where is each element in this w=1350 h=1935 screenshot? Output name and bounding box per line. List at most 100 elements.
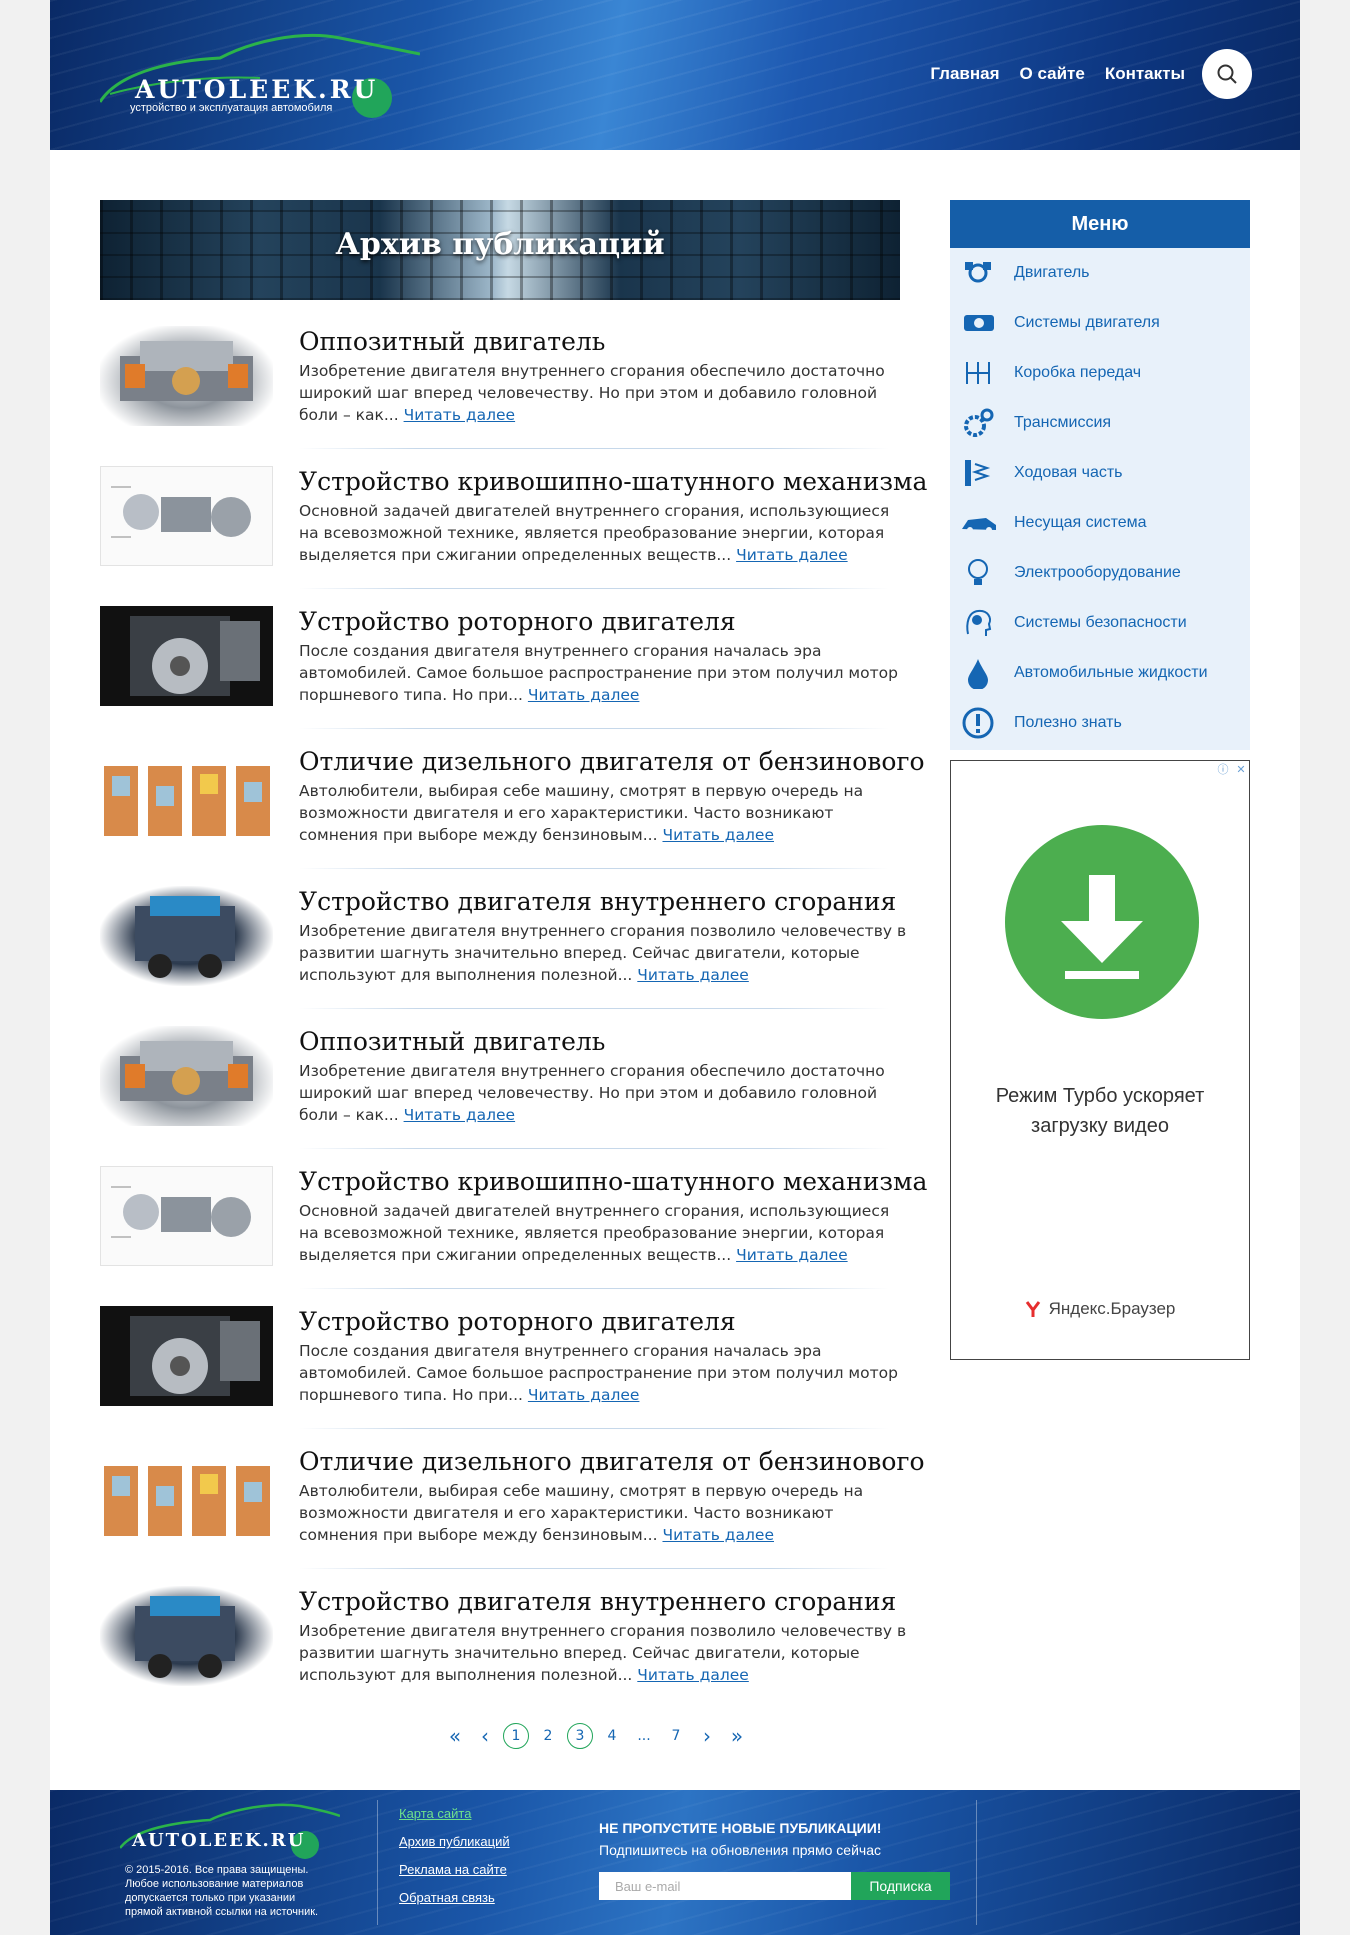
article-excerpt: Основной задачей двигателей внутреннего …: [299, 502, 890, 564]
menu-item-safety[interactable]: Системы безопасности: [950, 598, 1250, 648]
read-more-link[interactable]: Читать далее: [637, 966, 749, 984]
footer-divider: [976, 1800, 977, 1925]
article-excerpt: Автолюбители, выбирая себе машину, смотр…: [299, 1482, 864, 1544]
article-title[interactable]: Устройство двигателя внутреннего сгорани…: [299, 1587, 896, 1616]
read-more-link[interactable]: Читать далее: [528, 686, 640, 704]
divider: [299, 448, 889, 449]
article-title[interactable]: Отличие дизельного двигателя от бензинов…: [299, 1447, 925, 1476]
article-thumbnail[interactable]: [100, 1026, 273, 1126]
download-icon: [1005, 825, 1199, 1019]
footer-link-sitemap[interactable]: Карта сайта: [399, 1806, 510, 1821]
article-thumbnail[interactable]: [100, 1166, 273, 1266]
menu-item-electrical[interactable]: Электрооборудование: [950, 548, 1250, 598]
page-link-2[interactable]: 2: [532, 1723, 564, 1749]
next-page-button[interactable]: ›: [692, 1724, 722, 1748]
footer-links: Карта сайта Архив публикаций Реклама на …: [399, 1806, 510, 1918]
article-title[interactable]: Устройство кривошипно-шатунного механизм…: [299, 467, 927, 496]
info-icon[interactable]: ⓘ: [1215, 761, 1231, 777]
page-current[interactable]: 3: [567, 1723, 593, 1749]
article-excerpt: Изобретение двигателя внутреннего сгоран…: [299, 1622, 907, 1684]
article-thumbnail[interactable]: [100, 1306, 273, 1406]
article-item: Устройство двигателя внутреннего сгорани…: [100, 1580, 910, 1720]
main-nav: Главная О сайте Контакты: [930, 64, 1185, 84]
car-body-icon: [960, 507, 996, 539]
divider: [299, 1428, 889, 1429]
menu-item-gearbox[interactable]: Коробка передач: [950, 348, 1250, 398]
article-excerpt: Изобретение двигателя внутреннего сгоран…: [299, 1062, 885, 1124]
drop-icon: [960, 657, 996, 689]
menu-item-engine[interactable]: Двигатель: [950, 248, 1250, 298]
site-header: AUTOLEEK.RU устройство и эксплуатация ав…: [50, 0, 1300, 150]
divider: [299, 1568, 889, 1569]
menu-item-body[interactable]: Несущая система: [950, 498, 1250, 548]
lightbulb-icon: [960, 557, 996, 589]
article-item: Устройство двигателя внутреннего сгорани…: [100, 880, 910, 1020]
menu-item-chassis[interactable]: Ходовая часть: [950, 448, 1250, 498]
close-icon[interactable]: ✕: [1233, 761, 1249, 777]
article-thumbnail[interactable]: [100, 1446, 273, 1546]
copyright-text: © 2015-2016. Все права защищены. Любое и…: [125, 1864, 319, 1918]
article-title[interactable]: Устройство кривошипно-шатунного механизм…: [299, 1167, 927, 1196]
menu-item-engine-systems[interactable]: Системы двигателя: [950, 298, 1250, 348]
footer-logo[interactable]: AUTOLEEK.RU: [119, 1800, 341, 1860]
read-more-link[interactable]: Читать далее: [736, 1246, 848, 1264]
exclamation-icon: [960, 707, 996, 739]
article-title[interactable]: Устройство роторного двигателя: [299, 1307, 736, 1336]
article-title[interactable]: Оппозитный двигатель: [299, 327, 605, 356]
divider: [299, 868, 889, 869]
footer-link-ads[interactable]: Реклама на сайте: [399, 1862, 510, 1877]
sidebar-menu: Меню Двигатель Системы двигателя Коробка…: [950, 200, 1250, 750]
ad-badge: ⓘ ✕: [1215, 761, 1249, 777]
article-thumbnail[interactable]: [100, 606, 273, 706]
ad-banner[interactable]: ⓘ ✕ Режим Турбо ускоряет загрузку видео …: [950, 760, 1250, 1360]
footer-link-archive[interactable]: Архив публикаций: [399, 1834, 510, 1849]
ad-brand: Яндекс.Браузер: [951, 1299, 1249, 1319]
page: AUTOLEEK.RU устройство и эксплуатация ав…: [50, 0, 1300, 1935]
article-item: Устройство роторного двигателя После соз…: [100, 600, 910, 740]
site-logo[interactable]: AUTOLEEK.RU устройство и эксплуатация ав…: [100, 30, 420, 120]
article-thumbnail[interactable]: [100, 326, 273, 426]
nav-about[interactable]: О сайте: [1020, 64, 1085, 84]
article-title[interactable]: Отличие дизельного двигателя от бензинов…: [299, 747, 925, 776]
nav-contacts[interactable]: Контакты: [1105, 64, 1185, 84]
article-title[interactable]: Устройство двигателя внутреннего сгорани…: [299, 887, 896, 916]
read-more-link[interactable]: Читать далее: [528, 1386, 640, 1404]
article-thumbnail[interactable]: [100, 746, 273, 846]
read-more-link[interactable]: Читать далее: [736, 546, 848, 564]
read-more-link[interactable]: Читать далее: [662, 826, 774, 844]
article-thumbnail[interactable]: [100, 886, 273, 986]
subscribe-text: Подпишитесь на обновления прямо сейчас: [599, 1842, 881, 1858]
menu-item-fluids[interactable]: Автомобильные жидкости: [950, 648, 1250, 698]
article-title[interactable]: Оппозитный двигатель: [299, 1027, 605, 1056]
footer-divider: [377, 1800, 378, 1925]
read-more-link[interactable]: Читать далее: [404, 1106, 516, 1124]
page-ellipsis: ...: [637, 1728, 651, 1744]
search-icon: [1217, 64, 1237, 84]
last-page-button[interactable]: »: [722, 1724, 752, 1748]
article-item: Устройство роторного двигателя После соз…: [100, 1300, 910, 1440]
divider: [299, 588, 889, 589]
read-more-link[interactable]: Читать далее: [662, 1526, 774, 1544]
divider: [299, 728, 889, 729]
prev-page-button[interactable]: ‹: [470, 1724, 500, 1748]
article-thumbnail[interactable]: [100, 1586, 273, 1686]
nav-home[interactable]: Главная: [930, 64, 999, 84]
email-field[interactable]: [599, 1872, 851, 1900]
v6-engine-icon: [135, 1596, 235, 1678]
subscribe-button[interactable]: Подписка: [851, 1872, 950, 1900]
menu-item-transmission[interactable]: Трансмиссия: [950, 398, 1250, 448]
rotary-engine-icon: [130, 616, 260, 696]
article-excerpt: Изобретение двигателя внутреннего сгоран…: [299, 922, 907, 984]
read-more-link[interactable]: Читать далее: [637, 1666, 749, 1684]
article-item: Оппозитный двигатель Изобретение двигате…: [100, 1020, 910, 1160]
page-link-7[interactable]: 7: [660, 1723, 692, 1749]
read-more-link[interactable]: Читать далее: [404, 406, 516, 424]
menu-item-useful[interactable]: Полезно знать: [950, 698, 1250, 748]
page-link-1[interactable]: 1: [503, 1723, 529, 1749]
first-page-button[interactable]: «: [440, 1724, 470, 1748]
footer-link-feedback[interactable]: Обратная связь: [399, 1890, 510, 1905]
page-link-4[interactable]: 4: [596, 1723, 628, 1749]
search-button[interactable]: [1202, 49, 1252, 99]
article-title[interactable]: Устройство роторного двигателя: [299, 607, 736, 636]
article-thumbnail[interactable]: [100, 466, 273, 566]
